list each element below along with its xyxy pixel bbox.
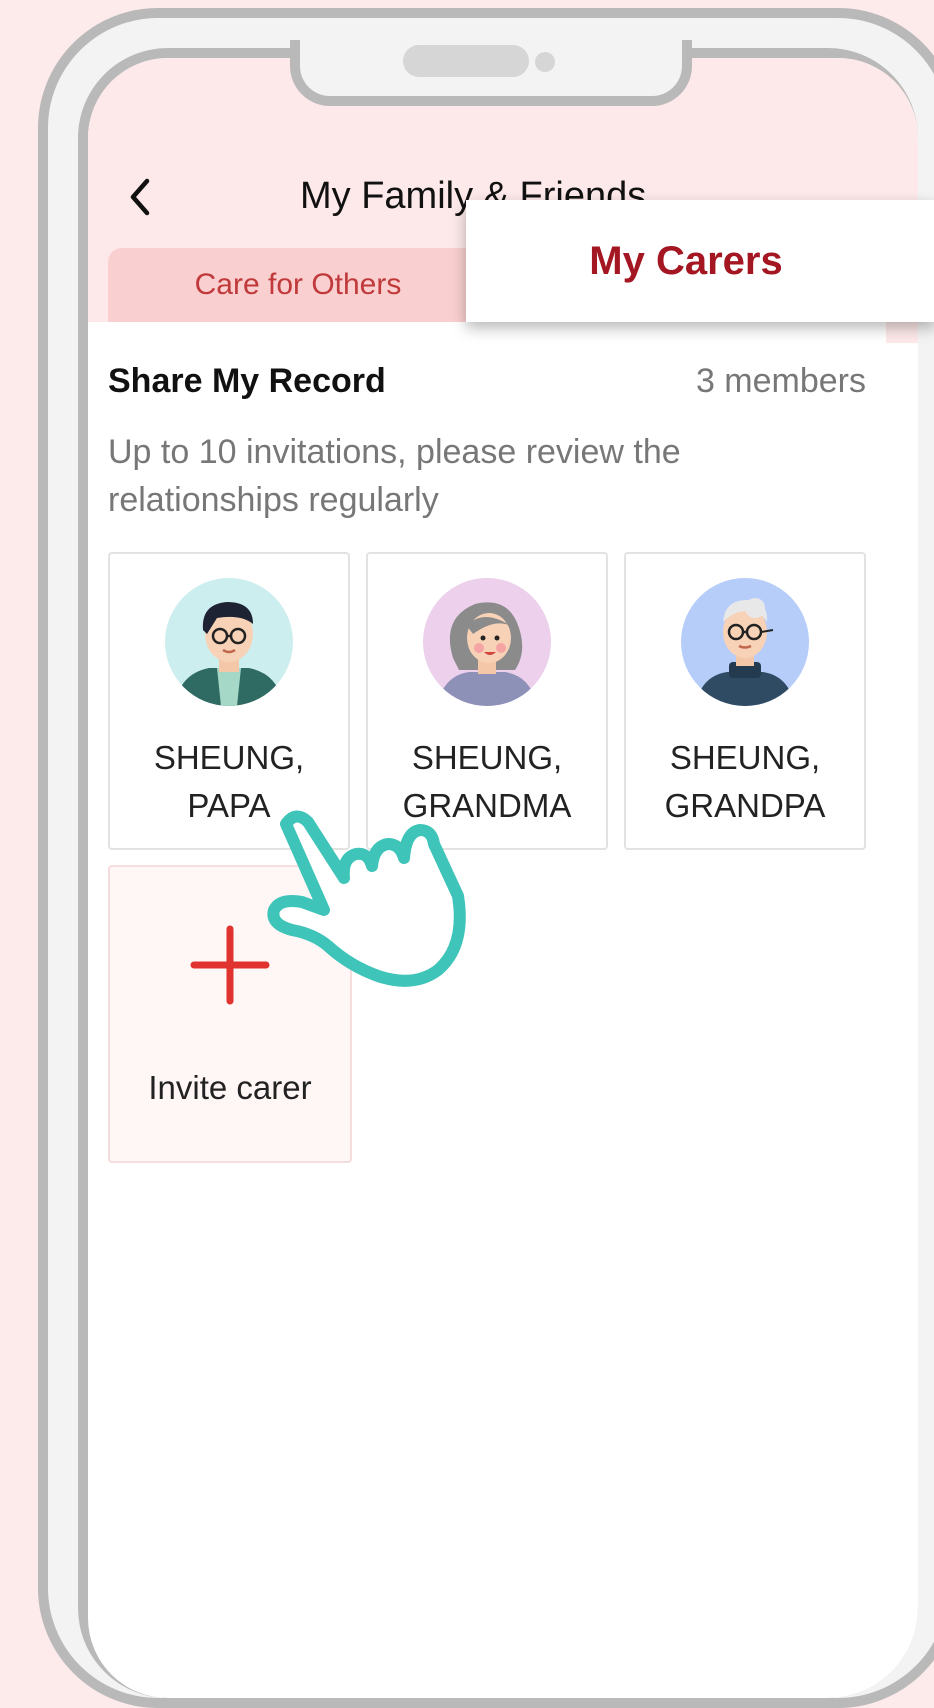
tab-my-carers[interactable]: My Carers [466,200,934,322]
man-with-glasses-icon [165,578,293,706]
tab-my-carers-label: My Carers [589,238,783,283]
invite-carer-label: Invite carer [148,1069,312,1106]
grandpa-icon [681,578,809,706]
section-title: Share My Record [108,362,386,400]
tap-hand-icon [267,810,466,987]
grandma-icon [423,578,551,706]
carer-card-grandpa[interactable]: SHEUNG, GRANDPA [624,552,866,850]
tab-care-for-others[interactable]: Care for Others [108,248,488,322]
carer-name: SHEUNG, GRANDPA [664,739,826,824]
member-count: 3 members [695,362,866,400]
back-button[interactable] [118,172,162,222]
chevron-left-icon [130,178,150,216]
camera-icon [535,52,555,72]
invitation-hint: Up to 10 invitations, please review the … [108,433,681,519]
speaker-icon [403,45,529,77]
plus-icon [190,925,270,1005]
